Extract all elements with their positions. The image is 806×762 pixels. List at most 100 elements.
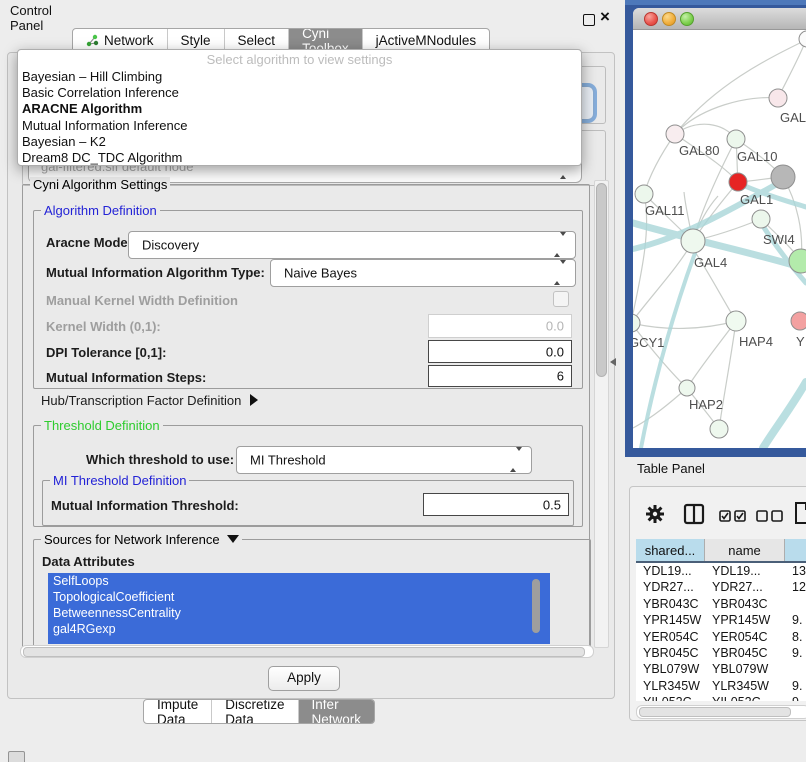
network-node[interactable]	[769, 89, 787, 107]
network-node[interactable]	[771, 165, 795, 189]
network-node[interactable]	[727, 130, 745, 148]
popup-item-bayesian-k2[interactable]: Bayesian – K2	[18, 134, 581, 150]
tab-infer-network[interactable]: Infer Network	[298, 700, 375, 723]
table-cell[interactable]: YPR145W	[705, 612, 785, 628]
table-cell[interactable]: YIL052C	[705, 694, 785, 701]
table-cell[interactable]: YBR043C	[705, 596, 785, 612]
kernel-width-field[interactable]: 0.0	[428, 314, 572, 338]
node-label: GAL11	[645, 203, 685, 218]
popup-item-basic-correlation[interactable]: Basic Correlation Inference	[18, 85, 581, 101]
sources-group-title[interactable]: Sources for Network Inference	[41, 532, 242, 547]
network-node[interactable]	[710, 420, 728, 438]
mi-type-combo[interactable]: Naive Bayes	[270, 259, 576, 287]
network-node[interactable]	[791, 312, 806, 330]
table-cell[interactable]: 9.	[785, 678, 806, 694]
network-node[interactable]	[633, 314, 640, 332]
table-cell[interactable]: YBR045C	[636, 645, 705, 661]
table-cell[interactable]: 9.	[785, 612, 806, 628]
network-node[interactable]	[681, 229, 705, 253]
settings-hscrollbar[interactable]	[20, 645, 594, 658]
network-window-titlebar[interactable]	[633, 8, 806, 30]
list-item[interactable]: SelfLoops	[48, 573, 550, 589]
column-header[interactable]: name	[705, 539, 785, 561]
table-cell[interactable]: YBR043C	[636, 596, 705, 612]
which-threshold-combo[interactable]: MI Threshold	[236, 446, 532, 474]
tab-discretize-data[interactable]: Discretize Data	[211, 700, 297, 723]
zoom-traffic-light[interactable]	[680, 12, 694, 26]
table-row[interactable]: YIL052CYIL052C9	[636, 694, 806, 701]
popup-item-mutual-information[interactable]: Mutual Information Inference	[18, 118, 581, 134]
table-cell[interactable]: 9	[785, 694, 806, 701]
network-node[interactable]	[679, 380, 695, 396]
settings-scrollbar-thumb[interactable]	[596, 183, 607, 377]
table-row[interactable]: YDL19...YDL19...13	[636, 563, 806, 579]
network-node[interactable]	[799, 31, 806, 47]
aracne-mode-combo[interactable]: Discovery	[128, 231, 576, 259]
settings-hscrollbar-thumb[interactable]	[23, 647, 585, 657]
table-cell[interactable]	[785, 596, 806, 612]
deselect-checkboxes-icon[interactable]	[756, 509, 783, 527]
table-cell[interactable]: YIL052C	[636, 694, 705, 701]
table-cell[interactable]: YBL079W	[636, 661, 705, 677]
minimize-traffic-light[interactable]	[662, 12, 676, 26]
mi-steps-field[interactable]: 6	[428, 365, 572, 387]
settings-gear-icon[interactable]	[644, 503, 666, 530]
table-cell[interactable]: YLR345W	[636, 678, 705, 694]
table-row[interactable]: YBR043CYBR043C	[636, 596, 806, 612]
list-scrollbar-thumb[interactable]	[532, 579, 540, 633]
table-cell[interactable]: 12	[785, 579, 806, 595]
close-traffic-light[interactable]	[644, 12, 658, 26]
popup-item-dream8[interactable]: Dream8 DC_TDC Algorithm	[18, 150, 581, 166]
table-cell[interactable]: YPR145W	[636, 612, 705, 628]
table-cell[interactable]: 8.	[785, 629, 806, 645]
page-icon[interactable]	[794, 501, 806, 530]
network-canvas[interactable]: GALGAL80GAL10GAL1GAL11SWI4GAL4GCY1HAP4YH…	[633, 30, 806, 448]
table-row[interactable]: YDR27...YDR27...12	[636, 579, 806, 595]
hub-definition-toggle[interactable]: Hub/Transcription Factor Definition	[41, 393, 258, 408]
dpi-tolerance-field[interactable]: 0.0	[428, 340, 572, 363]
mi-threshold-field[interactable]: 0.5	[423, 493, 569, 516]
select-all-checkboxes-icon[interactable]	[719, 509, 746, 527]
list-item[interactable]: BetweennessCentrality	[48, 605, 550, 621]
table-cell[interactable]: YDR27...	[636, 579, 705, 595]
close-icon[interactable]: ×	[600, 8, 610, 26]
table-cell[interactable]: YER054C	[636, 629, 705, 645]
table-hscrollbar[interactable]	[636, 705, 806, 719]
table-row[interactable]: YBL079WYBL079W	[636, 661, 806, 677]
table-cell[interactable]: YLR345W	[705, 678, 785, 694]
float-icon[interactable]	[583, 14, 595, 26]
network-node[interactable]	[726, 311, 746, 331]
manual-kernel-checkbox[interactable]	[553, 291, 569, 307]
list-item[interactable]: gal4RGexp	[48, 621, 550, 637]
table-cell[interactable]: YBL079W	[705, 661, 785, 677]
list-item[interactable]: TopologicalCoefficient	[48, 589, 550, 605]
split-columns-icon[interactable]	[683, 503, 705, 530]
panel-resize-handle[interactable]	[610, 358, 616, 366]
network-node[interactable]	[666, 125, 684, 143]
popup-item-bayesian-hill-climbing[interactable]: Bayesian – Hill Climbing	[18, 69, 581, 85]
network-node[interactable]	[752, 210, 770, 228]
table-cell[interactable]: YER054C	[705, 629, 785, 645]
tab-impute-data[interactable]: Impute Data	[144, 700, 211, 723]
popup-item-aracne[interactable]: ARACNE Algorithm	[18, 101, 581, 117]
apply-button[interactable]: Apply	[268, 666, 340, 691]
settings-scrollbar[interactable]	[594, 180, 609, 648]
table-row[interactable]: YLR345WYLR345W9.	[636, 678, 806, 694]
table-cell[interactable]: 9.	[785, 645, 806, 661]
table-cell[interactable]: 13	[785, 563, 806, 579]
table-cell[interactable]: YDR27...	[705, 579, 785, 595]
network-node[interactable]	[635, 185, 653, 203]
table-row[interactable]: YBR045CYBR045C9.	[636, 645, 806, 661]
data-attributes-list[interactable]: SelfLoops TopologicalCoefficient Between…	[48, 573, 550, 644]
table-cell[interactable]	[785, 661, 806, 677]
table-cell[interactable]: YBR045C	[705, 645, 785, 661]
network-node[interactable]	[729, 173, 747, 191]
table-cell[interactable]: YDL19...	[705, 563, 785, 579]
table-row[interactable]: YER054CYER054C8.	[636, 629, 806, 645]
table-hscrollbar-thumb[interactable]	[639, 707, 791, 717]
column-header[interactable]: shared...	[636, 539, 705, 561]
table-row[interactable]: YPR145WYPR145W9.	[636, 612, 806, 628]
table-cell[interactable]: YDL19...	[636, 563, 705, 579]
minimized-panel-icon[interactable]	[8, 751, 25, 762]
column-header[interactable]: A	[785, 539, 806, 561]
